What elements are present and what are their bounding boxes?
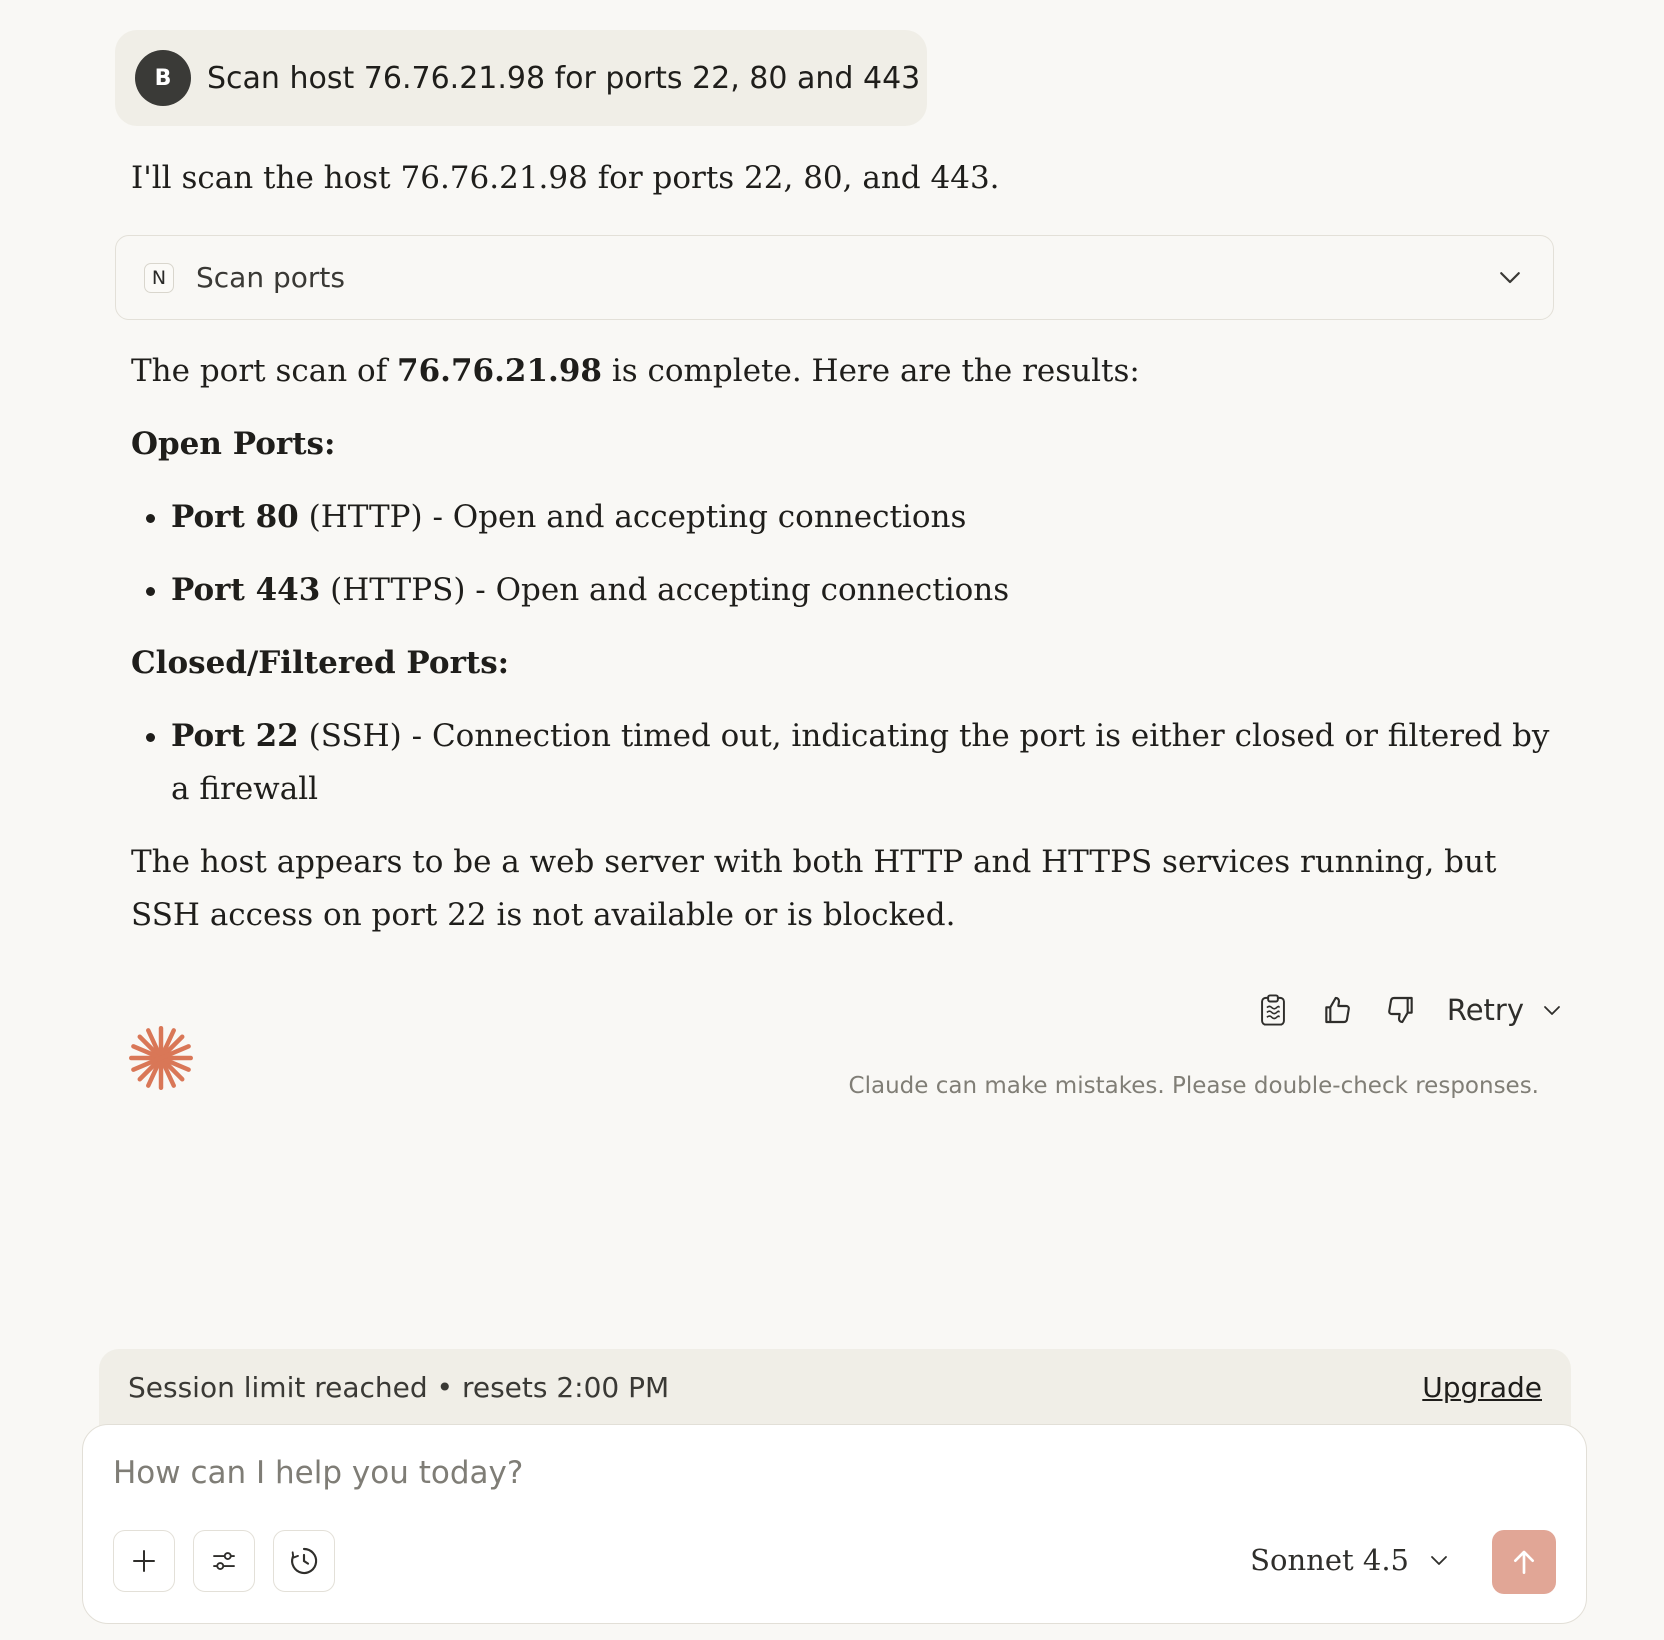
closed-ports-list: Port 22 (SSH) - Connection timed out, in… <box>131 710 1551 816</box>
tool-name: Scan ports <box>196 261 345 294</box>
composer: Sonnet 4.5 <box>82 1424 1587 1624</box>
session-limit-text: Session limit reached • resets 2:00 PM <box>128 1371 669 1404</box>
tool-call-card[interactable]: N Scan ports <box>115 235 1554 320</box>
disclaimer: Claude can make mistakes. Please double-… <box>849 1073 1539 1099</box>
closed-ports-heading: Closed/Filtered Ports: <box>131 637 1551 690</box>
model-name: Sonnet 4.5 <box>1250 1543 1409 1577</box>
sliders-icon <box>209 1546 239 1576</box>
assistant-response: The port scan of 76.76.21.98 is complete… <box>131 345 1551 962</box>
list-item: Port 22 (SSH) - Connection timed out, in… <box>171 710 1551 816</box>
settings-button[interactable] <box>193 1530 255 1592</box>
open-ports-list: Port 80 (HTTP) - Open and accepting conn… <box>131 491 1551 617</box>
clock-icon <box>288 1545 320 1577</box>
conclusion: The host appears to be a web server with… <box>131 836 1551 942</box>
claude-logo-icon <box>127 1024 195 1092</box>
chevron-down-icon[interactable] <box>1495 262 1525 292</box>
list-item: Port 443 (HTTPS) - Open and accepting co… <box>171 564 1551 617</box>
open-ports-heading: Open Ports: <box>131 418 1551 471</box>
plus-icon <box>129 1546 159 1576</box>
list-item: Port 80 (HTTP) - Open and accepting conn… <box>171 491 1551 544</box>
chevron-down-icon <box>1427 1548 1451 1572</box>
history-button[interactable] <box>273 1530 335 1592</box>
user-avatar[interactable]: B <box>135 50 191 106</box>
host-ip: 76.76.21.98 <box>397 353 602 389</box>
tool-badge: N <box>144 263 174 293</box>
model-selector[interactable]: Sonnet 4.5 <box>1250 1543 1451 1577</box>
user-message-text: Scan host 76.76.21.98 for ports 22, 80 a… <box>207 61 920 96</box>
thumbs-up-icon[interactable] <box>1319 992 1355 1028</box>
add-button[interactable] <box>113 1530 175 1592</box>
message-input[interactable] <box>113 1455 1213 1491</box>
arrow-up-icon <box>1508 1546 1540 1578</box>
retry-button[interactable]: Retry <box>1447 993 1564 1027</box>
user-message: B Scan host 76.76.21.98 for ports 22, 80… <box>115 30 927 126</box>
summary-line: The port scan of 76.76.21.98 is complete… <box>131 345 1551 398</box>
message-actions: Retry <box>1255 985 1564 1035</box>
copy-icon[interactable] <box>1255 992 1291 1028</box>
thumbs-down-icon[interactable] <box>1383 992 1419 1028</box>
retry-label: Retry <box>1447 993 1524 1027</box>
send-button[interactable] <box>1492 1530 1556 1594</box>
upgrade-link[interactable]: Upgrade <box>1422 1371 1542 1404</box>
assistant-intro: I'll scan the host 76.76.21.98 for ports… <box>131 160 1000 196</box>
chevron-down-icon <box>1540 998 1564 1022</box>
